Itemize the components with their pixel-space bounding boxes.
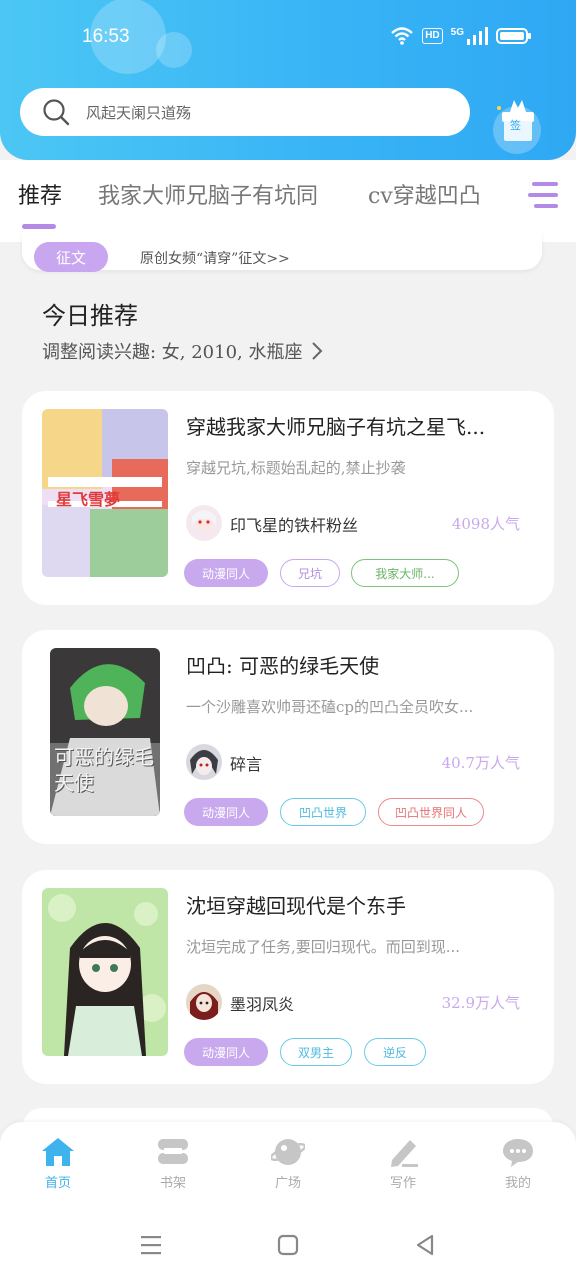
book-description: 穿越兄坑,标题始乱起的,禁止抄袭: [186, 459, 406, 477]
book-card[interactable]: 可恶的绿毛天使 凹凸: 可恶的绿毛天使 一个沙雕喜欢帅哥还磕cp的凹凸全员吹女.…: [22, 630, 554, 844]
battery-icon: [496, 28, 531, 44]
header: 16:53 HD 5G 风起天阑只道殇 签: [0, 0, 576, 160]
bottom-navigation: 首页 书架 广场 写作 我的: [0, 1122, 576, 1212]
checkin-label: 签: [510, 119, 521, 132]
search-icon: [43, 99, 70, 126]
checkin-button[interactable]: 签: [490, 94, 544, 154]
nav-plaza-label: 广场: [274, 1176, 301, 1191]
book-title[interactable]: 穿越我家大师兄脑子有坑之星飞...: [186, 411, 485, 440]
author-name[interactable]: 印飞星的铁杆粉丝: [230, 512, 358, 536]
book-title[interactable]: 沈垣穿越回现代是个东手: [186, 890, 406, 919]
nav-plaza[interactable]: 广场: [248, 1136, 328, 1191]
search-bar[interactable]: 风起天阑只道殇: [20, 88, 470, 136]
nav-bookshelf[interactable]: 书架: [133, 1136, 213, 1191]
nav-home[interactable]: 首页: [18, 1136, 98, 1191]
tab-active-indicator: [22, 224, 56, 229]
book-tag[interactable]: 逆反: [364, 1038, 426, 1066]
book-cover[interactable]: 可恶的绿毛天使: [50, 648, 160, 816]
network-label: 5G: [450, 26, 464, 38]
profile-icon: [503, 1139, 533, 1167]
book-tag[interactable]: 凹凸世界: [280, 798, 366, 826]
popularity-count: 40.7万人气: [441, 754, 520, 772]
author-avatar[interactable]: [186, 744, 222, 780]
menu-icon[interactable]: [526, 180, 562, 210]
book-tag[interactable]: 凹凸世界同人: [378, 798, 484, 826]
nav-profile[interactable]: 我的: [478, 1136, 558, 1191]
book-description: 一个沙雕喜欢帅哥还磕cp的凹凸全员吹女...: [186, 698, 474, 716]
cover-art: [42, 888, 168, 1056]
interest-settings-link[interactable]: 调整阅读兴趣: 女, 2010, 水瓶座: [42, 338, 326, 364]
plaza-icon: [271, 1139, 305, 1165]
home-icon: [42, 1138, 74, 1166]
bookshelf-icon: [158, 1139, 188, 1164]
book-title[interactable]: 凹凸: 可恶的绿毛天使: [186, 650, 379, 679]
tab-dashixiong[interactable]: 我家大师兄脑子有坑同: [98, 178, 318, 210]
book-cover[interactable]: 星飞雪夢: [42, 409, 168, 577]
system-navigation-bar: [0, 1212, 576, 1280]
book-tag[interactable]: 我家大师...: [351, 559, 459, 587]
notice-badge: 征文: [34, 242, 108, 272]
tab-cv-aotu[interactable]: cv穿越凹凸: [368, 178, 481, 210]
cover-title: 星飞雪夢: [56, 490, 121, 509]
category-tabs: 推荐 我家大师兄脑子有坑同 cv穿越凹凸: [0, 160, 576, 242]
book-card[interactable]: 沈垣穿越回现代是个东手 沈垣完成了任务,要回归现代。而回到现... 墨羽凤炎 3…: [22, 870, 554, 1084]
back-icon[interactable]: [414, 1234, 436, 1256]
book-description: 沈垣完成了任务,要回归现代。而回到现...: [186, 938, 461, 956]
notice-text[interactable]: 原创女频“请穿”征文>>: [140, 248, 290, 268]
status-time: 16:53: [82, 26, 130, 47]
interest-settings-label: 调整阅读兴趣: 女, 2010, 水瓶座: [42, 342, 303, 363]
recent-apps-icon[interactable]: [140, 1234, 162, 1256]
tab-recommend[interactable]: 推荐: [18, 178, 62, 210]
section-title: 今日推荐: [42, 302, 138, 330]
nav-profile-label: 我的: [504, 1176, 531, 1191]
book-cover[interactable]: [42, 888, 168, 1056]
chevron-right-icon: [312, 342, 323, 360]
cover-title: 可恶的绿毛天使: [54, 745, 154, 795]
search-input[interactable]: 风起天阑只道殇: [86, 102, 191, 123]
nav-home-label: 首页: [44, 1176, 71, 1191]
nav-bookshelf-label: 书架: [159, 1176, 186, 1191]
author-name[interactable]: 碎言: [230, 751, 262, 775]
book-card[interactable]: 星飞雪夢 穿越我家大师兄脑子有坑之星飞... 穿越兄坑,标题始乱起的,禁止抄袭 …: [22, 391, 554, 605]
nav-write-label: 写作: [389, 1176, 416, 1191]
hd-badge: HD: [422, 28, 443, 44]
write-icon: [391, 1140, 418, 1167]
wifi-icon: [391, 27, 414, 45]
book-tag[interactable]: 双男主: [280, 1038, 352, 1066]
nav-write[interactable]: 写作: [363, 1136, 443, 1191]
book-tag[interactable]: 动漫同人: [184, 798, 268, 826]
signal-icon: [467, 27, 488, 45]
popularity-count: 32.9万人气: [441, 994, 520, 1012]
home-button-icon[interactable]: [277, 1234, 299, 1256]
decor-bubble: [156, 32, 192, 68]
book-tag[interactable]: 动漫同人: [184, 559, 268, 587]
author-avatar[interactable]: [186, 505, 222, 541]
book-tag[interactable]: 动漫同人: [184, 1038, 268, 1066]
notice-banner[interactable]: 征文 原创女频“请穿”征文>>: [22, 232, 542, 272]
popularity-count: 4098人气: [451, 515, 520, 533]
status-icons: HD 5G: [390, 26, 532, 46]
author-name[interactable]: 墨羽凤炎: [230, 991, 294, 1015]
author-avatar[interactable]: [186, 984, 222, 1020]
book-tag[interactable]: 兄坑: [280, 559, 340, 587]
